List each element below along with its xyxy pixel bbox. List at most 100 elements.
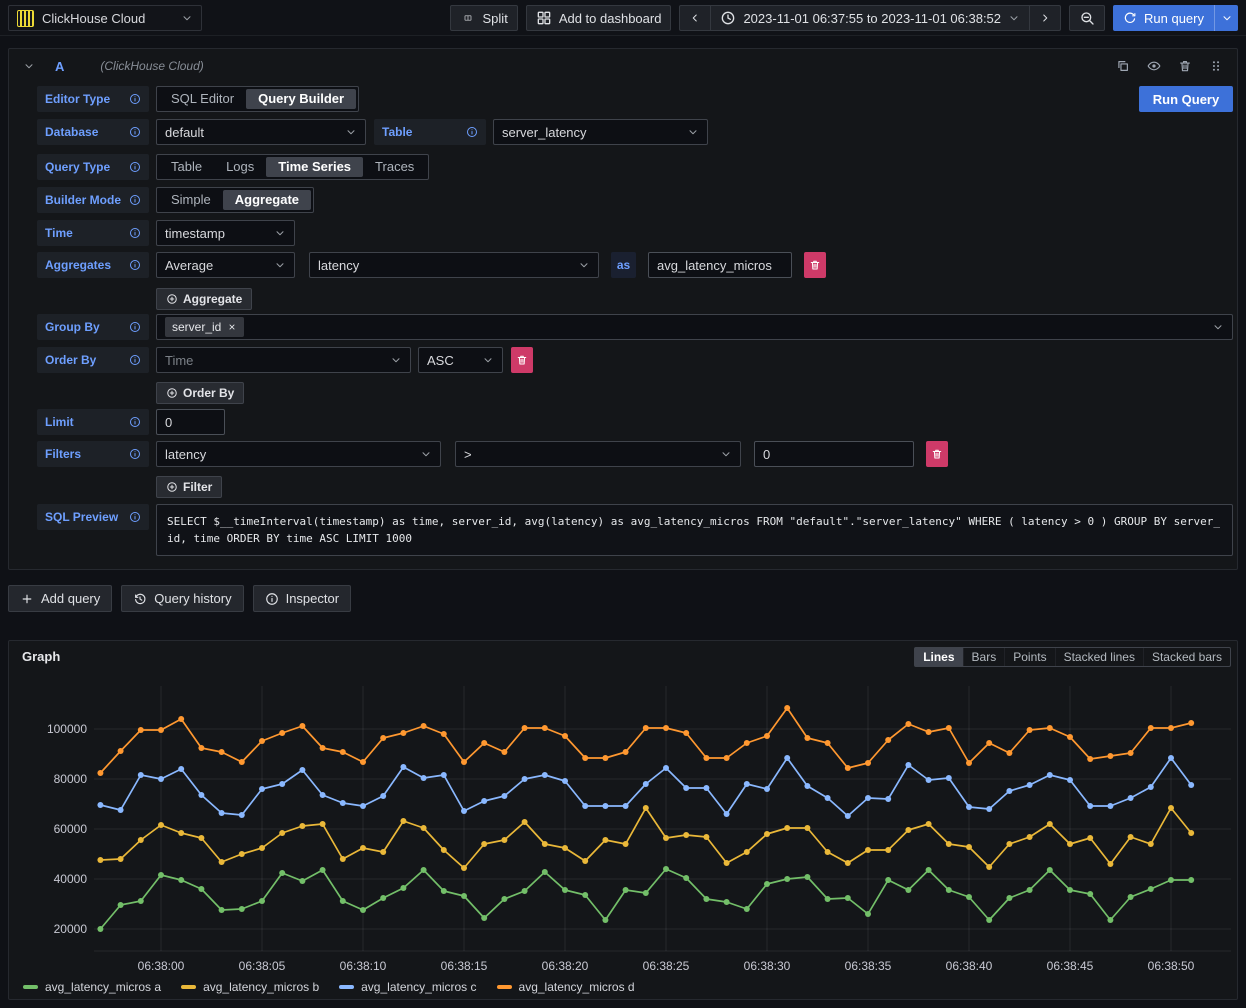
legend-item-avg_latency_micros-d[interactable]: avg_latency_micros d [497, 980, 635, 994]
legend-item-avg_latency_micros-a[interactable]: avg_latency_micros a [23, 980, 161, 994]
option-logs[interactable]: Logs [214, 157, 266, 177]
zoom-out-button[interactable] [1069, 5, 1105, 31]
series-point [1168, 805, 1174, 811]
legend-label: avg_latency_micros c [361, 980, 476, 994]
chevron-down-icon [687, 126, 699, 138]
graph-mode-stacked-lines[interactable]: Stacked lines [1055, 648, 1143, 666]
option-aggregate[interactable]: Aggregate [223, 190, 311, 210]
legend-item-avg_latency_micros-c[interactable]: avg_latency_micros c [339, 980, 476, 994]
collapse-chevron-icon[interactable] [23, 60, 35, 72]
group-by-chip-server_id[interactable]: server_id [165, 317, 244, 337]
delete-query-trash-icon[interactable] [1178, 59, 1192, 73]
series-point [461, 808, 467, 814]
run-query-inline-button[interactable]: Run Query [1139, 86, 1233, 112]
add-to-dashboard-button[interactable]: Add to dashboard [526, 5, 672, 31]
add-to-dashboard-label: Add to dashboard [559, 11, 662, 26]
run-query-dropdown[interactable] [1214, 5, 1238, 31]
series-point [986, 864, 992, 870]
option-simple[interactable]: Simple [159, 190, 223, 210]
run-query-button[interactable]: Run query [1113, 5, 1214, 31]
chevron-down-icon [345, 126, 357, 138]
series-point [340, 856, 346, 862]
aggregate-alias-input[interactable] [648, 252, 792, 278]
series-point [804, 874, 810, 880]
clickhouse-logo [17, 10, 34, 27]
aggregates-label: Aggregates [37, 252, 149, 278]
order-by-direction-select[interactable]: ASC [418, 347, 503, 373]
order-by-field-select[interactable]: Time [156, 347, 411, 373]
remove-filter-button[interactable] [926, 441, 948, 467]
graph-mode-lines[interactable]: Lines [915, 648, 962, 666]
query-history-button[interactable]: Query history [121, 585, 243, 612]
plus-circle-icon [166, 387, 178, 399]
series-point [905, 762, 911, 768]
duplicate-query-icon[interactable] [1116, 59, 1130, 73]
add-filter-button[interactable]: Filter [156, 476, 222, 498]
time-column-select[interactable]: timestamp [156, 220, 295, 246]
split-button[interactable]: Split [450, 5, 518, 31]
table-select[interactable]: server_latency [493, 119, 708, 145]
chevron-down-icon [1008, 12, 1020, 24]
filter-value-input[interactable] [754, 441, 914, 467]
graph-mode-stacked-bars[interactable]: Stacked bars [1143, 648, 1230, 666]
series-point [1107, 753, 1113, 759]
add-order-by-button[interactable]: Order By [156, 382, 244, 404]
filter-operator-select[interactable]: > [455, 441, 741, 467]
series-point [501, 837, 507, 843]
option-query-builder[interactable]: Query Builder [246, 89, 356, 109]
series-point [461, 865, 467, 871]
filter-column-select[interactable]: latency [156, 441, 441, 467]
series-point [683, 875, 689, 881]
series-point [724, 899, 730, 905]
legend-item-avg_latency_micros-b[interactable]: avg_latency_micros b [181, 980, 319, 994]
x-axis-tick-label: 06:38:35 [845, 959, 892, 973]
series-point [825, 849, 831, 855]
series-point [118, 856, 124, 862]
series-point [118, 807, 124, 813]
remove-tag-x-icon[interactable] [227, 322, 237, 332]
toggle-visibility-eye-icon[interactable] [1147, 59, 1161, 73]
time-series-chart[interactable]: 06:38:0006:38:0506:38:1006:38:1506:38:20… [9, 677, 1237, 977]
x-axis-tick-label: 06:38:00 [138, 959, 185, 973]
graph-mode-points[interactable]: Points [1004, 648, 1054, 666]
series-point [360, 803, 366, 809]
limit-input[interactable] [156, 409, 225, 435]
datasource-picker[interactable]: ClickHouse Cloud [8, 5, 202, 31]
remove-order-by-button[interactable] [511, 347, 533, 373]
info-icon [129, 448, 141, 460]
group-by-multiselect[interactable]: server_id [156, 314, 1233, 340]
info-icon [129, 259, 141, 271]
add-aggregate-button[interactable]: Aggregate [156, 288, 252, 310]
option-traces[interactable]: Traces [363, 157, 426, 177]
info-icon [265, 592, 279, 606]
datasource-name: ClickHouse Cloud [42, 11, 145, 26]
series-point [885, 737, 891, 743]
editor-type-radio-group: SQL EditorQuery Builder [156, 86, 359, 112]
option-time-series[interactable]: Time Series [266, 157, 363, 177]
builder-mode-label: Builder Mode [37, 187, 149, 213]
series-point [279, 781, 285, 787]
series-point [703, 755, 709, 761]
option-table[interactable]: Table [159, 157, 214, 177]
add-query-button[interactable]: Add query [8, 585, 112, 612]
series-point [986, 740, 992, 746]
inspector-button[interactable]: Inspector [253, 585, 351, 612]
option-sql-editor[interactable]: SQL Editor [159, 89, 246, 109]
series-point [239, 812, 245, 818]
series-point [724, 860, 730, 866]
series-point [239, 759, 245, 765]
drag-handle-grip-icon[interactable] [1209, 59, 1223, 73]
time-range-picker[interactable]: 2023-11-01 06:37:55 to 2023-11-01 06:38:… [710, 5, 1030, 31]
remove-aggregate-button[interactable] [804, 252, 826, 278]
series-point [340, 749, 346, 755]
aggregate-column-select[interactable]: latency [309, 252, 599, 278]
time-shift-forward-button[interactable] [1029, 5, 1061, 31]
legend-label: avg_latency_micros d [519, 980, 635, 994]
database-select[interactable]: default [156, 119, 366, 145]
series-point [1107, 917, 1113, 923]
series-point [239, 906, 245, 912]
graph-mode-bars[interactable]: Bars [963, 648, 1005, 666]
editor-type-label: Editor Type [37, 86, 149, 112]
time-shift-back-button[interactable] [679, 5, 711, 31]
aggregate-function-select[interactable]: Average [156, 252, 295, 278]
